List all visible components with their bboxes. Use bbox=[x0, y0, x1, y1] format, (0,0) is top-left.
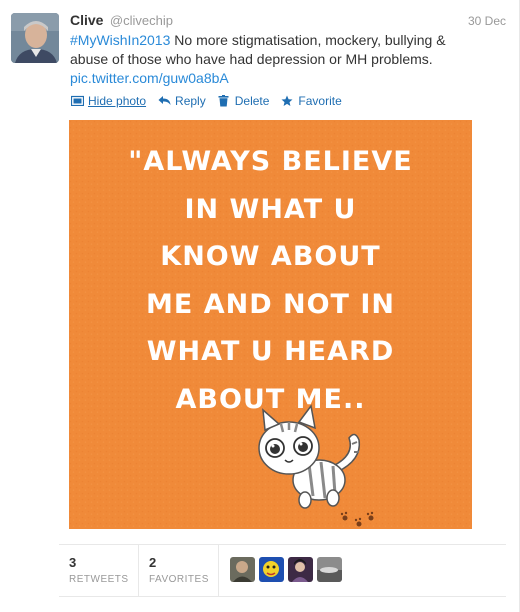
favoriter-avatars bbox=[230, 557, 346, 582]
reply-button[interactable]: Reply bbox=[157, 94, 206, 108]
stats-divider bbox=[218, 545, 219, 597]
quote-line: WHAT U HEARD bbox=[146, 336, 395, 367]
tweet-header: Clive @clivechip 30 Dec bbox=[70, 12, 510, 32]
stats-divider bbox=[138, 545, 139, 597]
retweets-label: RETWEETS bbox=[69, 574, 129, 585]
quote-line: "ALWAYS BELIEVE bbox=[128, 146, 413, 177]
cat-illustration bbox=[258, 404, 374, 527]
tweet-photo[interactable]: "ALWAYS BELIEVE IN WHAT U KNOW ABOUT ME … bbox=[69, 120, 472, 529]
favoriter-avatar[interactable] bbox=[317, 557, 342, 582]
pic-link[interactable]: pic.twitter.com/guw0a8bA bbox=[70, 70, 229, 86]
hashtag-link[interactable]: #MyWishIn2013 bbox=[70, 32, 170, 48]
photo-icon bbox=[70, 95, 84, 107]
favoriter-avatar[interactable] bbox=[230, 557, 255, 582]
favorite-button[interactable]: Favorite bbox=[280, 94, 342, 108]
delete-label: Delete bbox=[234, 94, 270, 108]
tweet: Clive @clivechip 30 Dec #MyWishIn2013 No… bbox=[0, 0, 520, 612]
star-icon bbox=[280, 95, 294, 107]
author-username[interactable]: @clivechip bbox=[110, 13, 173, 28]
quote-line: ME AND NOT IN bbox=[145, 288, 396, 320]
favoriter-avatar[interactable] bbox=[288, 557, 313, 582]
photo-quote: "ALWAYS BELIEVE IN WHAT U KNOW ABOUT ME … bbox=[69, 138, 472, 423]
tweet-text-line1: No more stigmatisation, mockery, bullyin… bbox=[170, 32, 446, 48]
retweets-count: 3 bbox=[69, 555, 77, 570]
tweet-text-line2: abuse of those who have had depression o… bbox=[70, 51, 433, 67]
favoriter-avatar[interactable] bbox=[259, 557, 284, 582]
trash-icon bbox=[217, 95, 231, 107]
quote-line: KNOW ABOUT bbox=[160, 241, 381, 272]
author-avatar[interactable] bbox=[11, 13, 59, 63]
favorites-stat[interactable]: 2 FAVORITES bbox=[149, 555, 209, 585]
tweet-timestamp[interactable]: 30 Dec bbox=[468, 14, 506, 28]
tweet-actions: Hide photo Reply Delete Favorite bbox=[70, 92, 353, 110]
hide-photo-button[interactable]: Hide photo bbox=[70, 94, 146, 108]
author-fullname[interactable]: Clive bbox=[70, 12, 103, 28]
reply-arrow-icon bbox=[157, 95, 171, 107]
delete-button[interactable]: Delete bbox=[217, 94, 270, 108]
retweets-stat[interactable]: 3 RETWEETS bbox=[69, 555, 129, 585]
tweet-text: #MyWishIn2013 No more stigmatisation, mo… bbox=[70, 31, 510, 88]
favorites-count: 2 bbox=[149, 555, 157, 570]
reply-label: Reply bbox=[175, 94, 206, 108]
favorites-label: FAVORITES bbox=[149, 574, 209, 585]
quote-line: IN WHAT U bbox=[184, 193, 357, 225]
favorite-label: Favorite bbox=[298, 94, 342, 108]
hide-photo-label: Hide photo bbox=[88, 94, 147, 108]
